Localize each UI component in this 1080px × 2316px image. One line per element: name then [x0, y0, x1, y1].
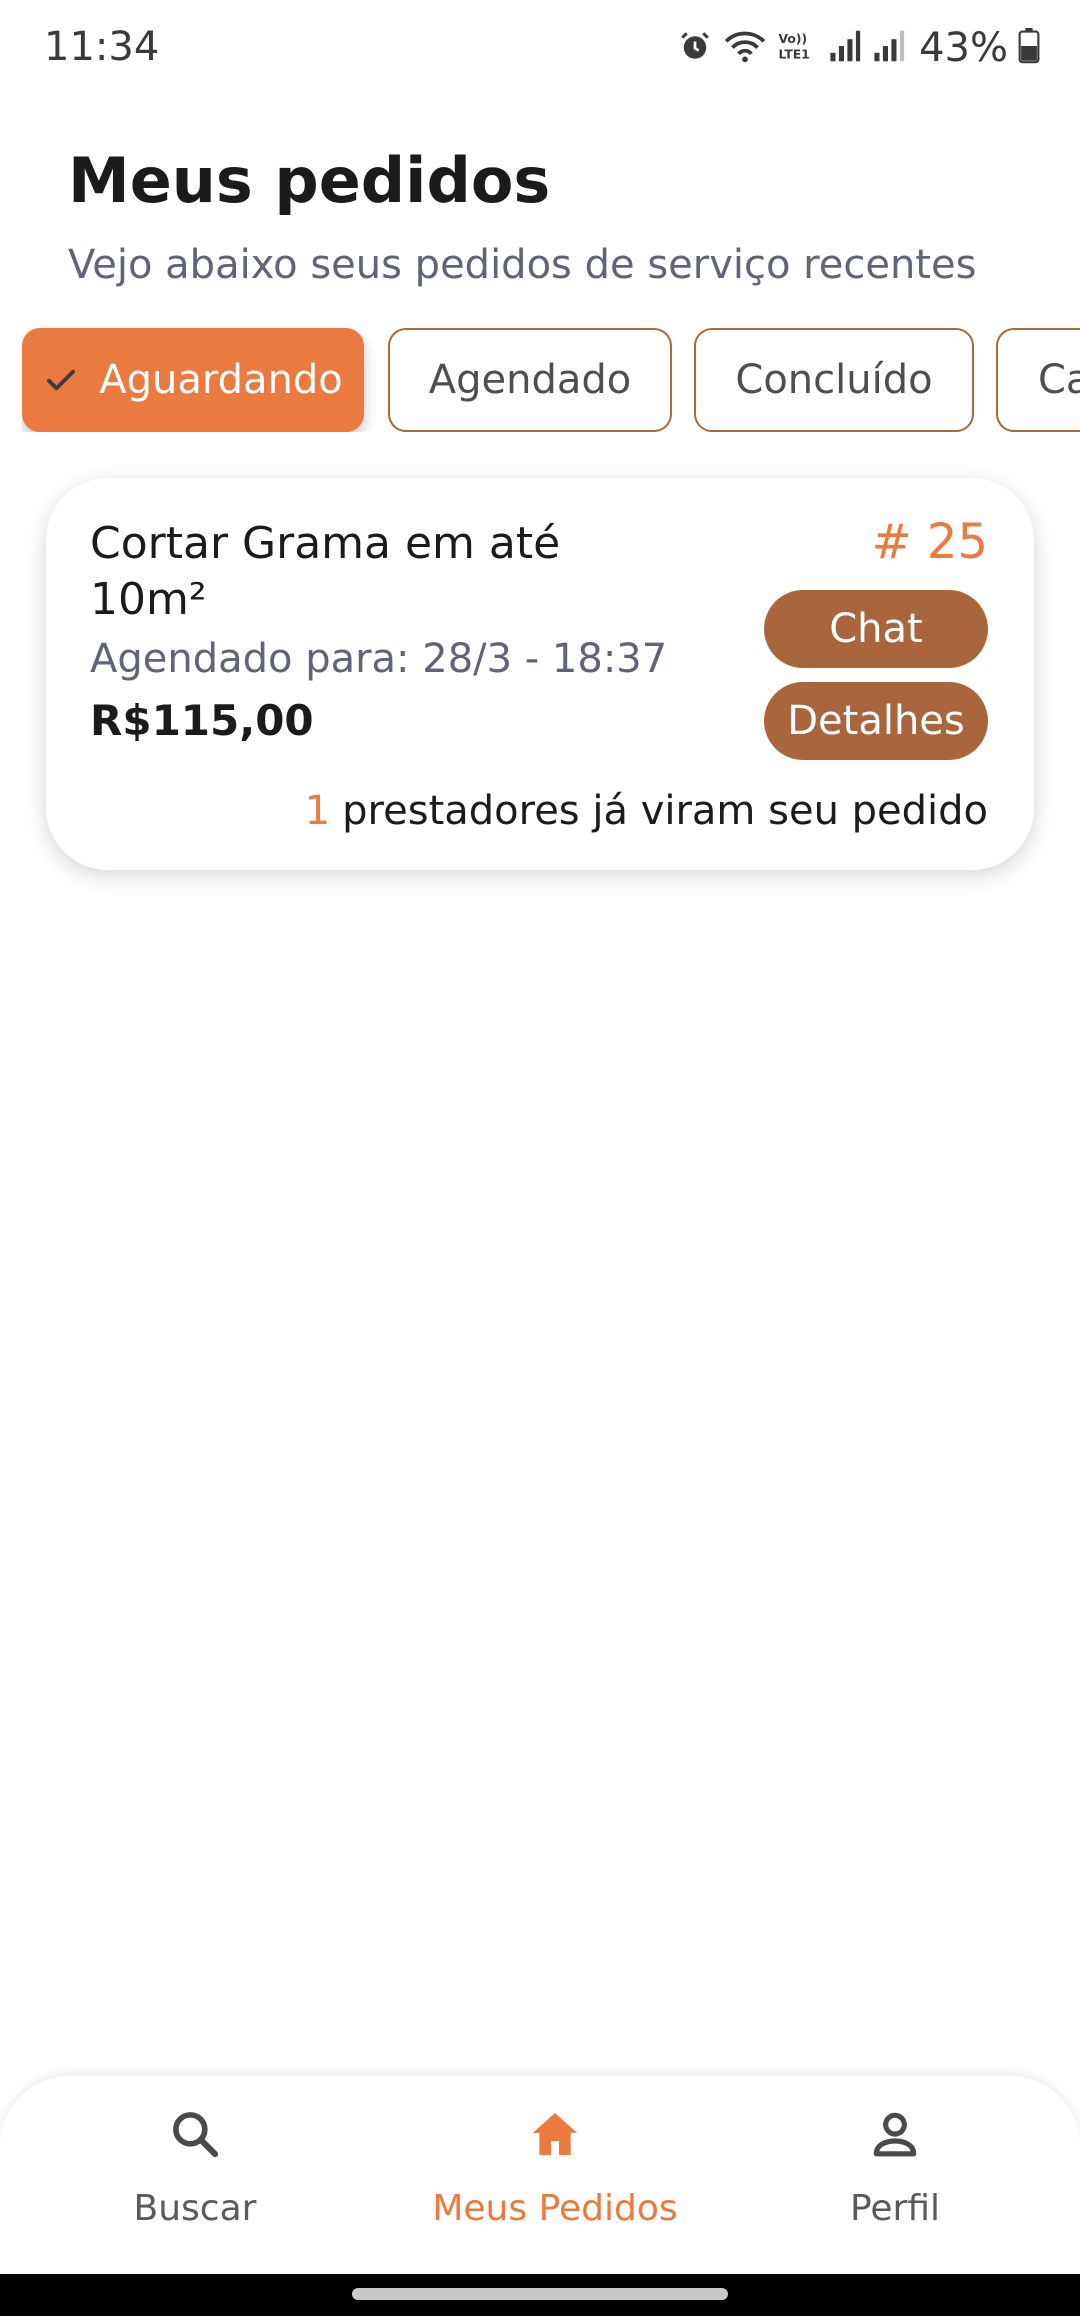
status-filter-chips: Aguardando Agendado Concluído Ca — [22, 328, 1080, 432]
page-title: Meus pedidos — [68, 144, 551, 217]
home-icon — [527, 2106, 583, 2166]
svg-text:LTE1: LTE1 — [779, 47, 810, 61]
filter-chip-label: Aguardando — [99, 357, 343, 403]
views-count: 1 — [304, 788, 331, 834]
filter-chip-cancelado[interactable]: Ca — [996, 328, 1080, 432]
order-card[interactable]: Cortar Grama em até 10m² Agendado para: … — [46, 478, 1034, 870]
bottom-navigation: Buscar Meus Pedidos Perfil — [0, 2076, 1080, 2274]
status-bar: 11:34 Vo)) LTE1 43% — [0, 0, 1080, 96]
order-number: # 25 — [871, 514, 988, 570]
filter-chip-aguardando[interactable]: Aguardando — [22, 328, 364, 432]
nav-item-perfil[interactable]: Perfil — [820, 2106, 970, 2229]
chat-button[interactable]: Chat — [764, 590, 988, 668]
filter-chip-label: Ca — [1038, 357, 1080, 403]
filter-chip-concluido[interactable]: Concluído — [694, 328, 974, 432]
filter-chip-label: Agendado — [428, 357, 632, 403]
views-text: prestadores já viram seu pedido — [342, 788, 988, 834]
nav-item-buscar[interactable]: Buscar — [120, 2106, 270, 2229]
svg-text:Vo)): Vo)) — [779, 32, 808, 46]
nav-label: Meus Pedidos — [432, 2188, 678, 2229]
signal-icon — [827, 29, 861, 67]
system-navigation-bar — [0, 2274, 1080, 2316]
filter-chip-agendado[interactable]: Agendado — [388, 328, 672, 432]
wifi-icon — [723, 28, 767, 68]
nav-item-meus-pedidos[interactable]: Meus Pedidos — [420, 2106, 690, 2229]
status-time: 11:34 — [44, 24, 160, 70]
home-gesture-handle[interactable] — [352, 2288, 728, 2300]
nav-label: Buscar — [133, 2188, 257, 2229]
order-views-info: 1 prestadores já viram seu pedido — [305, 788, 988, 834]
person-icon — [867, 2106, 923, 2166]
order-price: R$115,00 — [90, 696, 314, 745]
battery-icon — [1018, 28, 1040, 68]
search-icon — [167, 2106, 223, 2166]
order-title: Cortar Grama em até 10m² — [90, 518, 561, 625]
alarm-icon — [677, 28, 713, 68]
signal-icon — [871, 29, 905, 67]
order-schedule: Agendado para: 28/3 - 18:37 — [90, 636, 668, 682]
page-subtitle: Vejo abaixo seus pedidos de serviço rece… — [68, 242, 977, 288]
nav-label: Perfil — [849, 2188, 941, 2229]
filter-chip-label: Concluído — [735, 357, 933, 403]
volte-icon: Vo)) LTE1 — [777, 28, 817, 68]
status-icons: Vo)) LTE1 43% — [677, 22, 1040, 74]
check-icon — [43, 362, 79, 398]
details-button[interactable]: Detalhes — [764, 682, 988, 760]
battery-percentage: 43% — [919, 25, 1008, 71]
